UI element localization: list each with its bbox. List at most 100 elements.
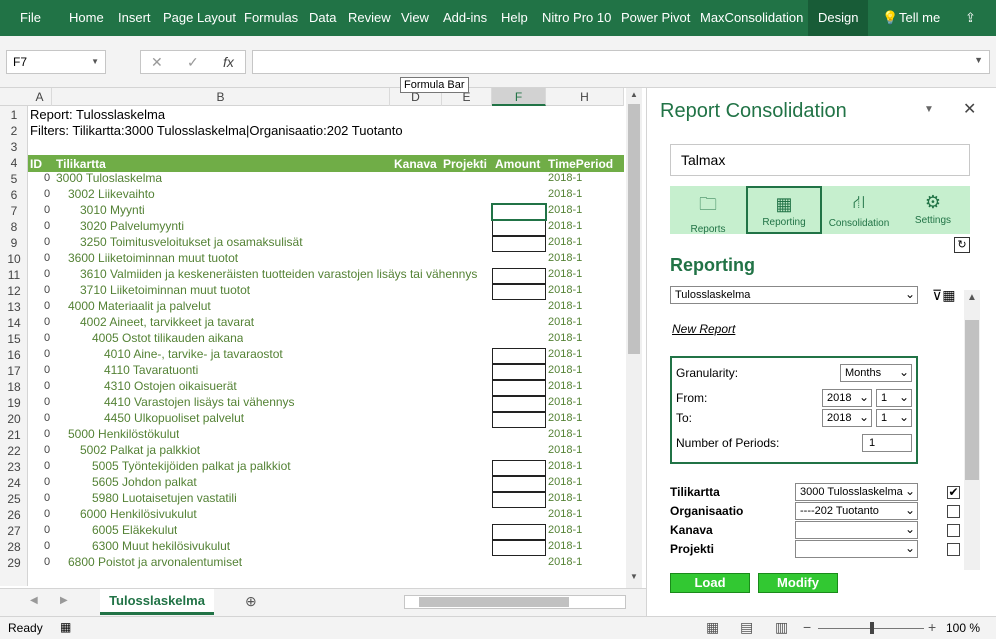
nav-consolidation[interactable]: ⛙ Consolidation [822,186,896,234]
chevron-down-icon[interactable]: ⌄ [859,390,869,405]
tab-home[interactable]: Home [69,0,104,36]
modify-button[interactable]: Modify [758,573,838,593]
amount-input-cell[interactable] [492,284,546,300]
insert-function-icon[interactable]: fx [223,54,234,70]
chevron-down-icon[interactable]: ▼ [974,55,983,65]
account-cell[interactable]: 3250 Toimitusveloitukset ja osamaksulisä… [80,235,303,249]
row-header[interactable]: 29 [0,556,27,570]
id-cell[interactable]: 0 [44,364,50,376]
row-header[interactable]: 17 [0,364,27,378]
row-header[interactable]: 9 [0,236,27,250]
chevron-down-icon[interactable]: ⌄ [905,522,915,537]
timeperiod-cell[interactable]: 2018-1 [548,428,582,440]
dim-checkbox-kanava[interactable] [947,524,960,537]
refresh-icon[interactable]: ↻ [954,237,970,253]
scroll-thumb[interactable] [628,104,640,354]
row-header[interactable]: 2 [0,124,27,138]
dim-checkbox-organisaatio[interactable] [947,505,960,518]
id-cell[interactable]: 0 [44,204,50,216]
row-header[interactable]: 5 [0,172,27,186]
id-cell[interactable]: 0 [44,508,50,520]
row-header[interactable]: 12 [0,284,27,298]
panel-scroll-thumb[interactable] [965,320,979,480]
account-cell[interactable]: 5980 Luotaisetujen vastatili [92,491,237,505]
row-header[interactable]: 18 [0,380,27,394]
tab-nitro[interactable]: Nitro Pro 10 [542,0,611,36]
panel-options-icon[interactable]: ▼ [924,104,934,115]
column-header-h[interactable]: H [546,88,624,106]
account-cell[interactable]: 4005 Ostot tilikauden aikana [92,331,243,345]
amount-input-cell[interactable] [492,476,546,492]
tab-power-pivot[interactable]: Power Pivot [621,0,690,36]
row-header[interactable]: 26 [0,508,27,522]
row-header[interactable]: 23 [0,460,27,474]
timeperiod-cell[interactable]: 2018-1 [548,460,582,472]
timeperiod-cell[interactable]: 2018-1 [548,252,582,264]
row-header[interactable]: 3 [0,140,27,154]
timeperiod-cell[interactable]: 2018-1 [548,204,582,216]
add-sheet-icon[interactable]: ⊕ [245,593,257,610]
from-period-select[interactable]: 1 ⌄ [876,389,912,407]
account-cell[interactable]: 5605 Johdon palkat [92,475,197,489]
cancel-icon[interactable]: ✕ [151,54,163,71]
page-break-view-icon[interactable]: ▥ [775,619,788,636]
account-cell[interactable]: 4010 Aine-, tarvike- ja tavaraostot [104,347,283,361]
account-cell[interactable]: 6000 Henkilösivukulut [80,507,197,521]
account-cell[interactable]: 3002 Liikevaihto [68,187,155,201]
row-header[interactable]: 7 [0,204,27,218]
zoom-out-icon[interactable]: − [803,619,811,635]
id-cell[interactable]: 0 [44,444,50,456]
timeperiod-cell[interactable]: 2018-1 [548,492,582,504]
id-cell[interactable]: 0 [44,220,50,232]
row-header[interactable]: 8 [0,220,27,234]
timeperiod-cell[interactable]: 2018-1 [548,172,582,184]
sheet-tab-tulosslaskelma[interactable]: Tulosslaskelma [100,589,214,615]
to-year-select[interactable]: 2018 ⌄ [822,409,872,427]
row-header[interactable]: 15 [0,332,27,346]
id-cell[interactable]: 0 [44,172,50,184]
chevron-down-icon[interactable]: ⌄ [905,287,915,302]
zoom-in-icon[interactable]: + [928,619,936,635]
tab-help[interactable]: Help [501,0,528,36]
id-cell[interactable]: 0 [44,236,50,248]
dim-select-kanava[interactable]: ⌄ [795,521,918,539]
account-cell[interactable]: 3020 Palvelumyynti [80,219,184,233]
account-cell[interactable]: 4410 Varastojen lisäys tai vähennys [104,395,295,409]
account-cell[interactable]: 4002 Aineet, tarvikkeet ja tavarat [80,315,254,329]
tab-add-ins[interactable]: Add-ins [443,0,487,36]
timeperiod-cell[interactable]: 2018-1 [548,380,582,392]
scroll-up-icon[interactable]: ▲ [626,90,642,104]
sheet-next-icon[interactable]: ▶ [60,595,68,606]
macro-icon[interactable]: ▦ [60,620,71,634]
id-cell[interactable]: 0 [44,316,50,328]
company-field[interactable]: Talmax [670,144,970,176]
to-period-select[interactable]: 1 ⌄ [876,409,912,427]
new-report-link[interactable]: New Report [672,322,735,336]
row-header[interactable]: 1 [0,108,27,122]
account-cell[interactable]: 3000 Tuloslaskelma [56,171,162,185]
column-header-a[interactable]: A [28,88,52,106]
row-header[interactable]: 21 [0,428,27,442]
row-header[interactable]: 24 [0,476,27,490]
sheet-prev-icon[interactable]: ◀ [30,595,38,606]
timeperiod-cell[interactable]: 2018-1 [548,444,582,456]
selected-cell[interactable] [491,203,547,221]
timeperiod-cell[interactable]: 2018-1 [548,364,582,376]
tab-maxconsolidation[interactable]: MaxConsolidation [700,0,803,36]
account-cell[interactable]: 4450 Ulkopuoliset palvelut [104,411,244,425]
dim-select-projekti[interactable]: ⌄ [795,540,918,558]
id-cell[interactable]: 0 [44,348,50,360]
id-cell[interactable]: 0 [44,268,50,280]
timeperiod-cell[interactable]: 2018-1 [548,556,582,568]
dim-select-organisaatio[interactable]: ----202 Tuotanto ⌄ [795,502,918,520]
share-icon[interactable]: ⇪ [965,0,976,36]
account-cell[interactable]: 5005 Työntekijöiden palkat ja palkkiot [92,459,291,473]
formula-input[interactable]: ▼ [252,50,990,74]
timeperiod-cell[interactable]: 2018-1 [548,220,582,232]
amount-input-cell[interactable] [492,220,546,236]
timeperiod-cell[interactable]: 2018-1 [548,540,582,552]
row-header[interactable]: 20 [0,412,27,426]
amount-input-cell[interactable] [492,412,546,428]
id-cell[interactable]: 0 [44,188,50,200]
amount-input-cell[interactable] [492,348,546,364]
